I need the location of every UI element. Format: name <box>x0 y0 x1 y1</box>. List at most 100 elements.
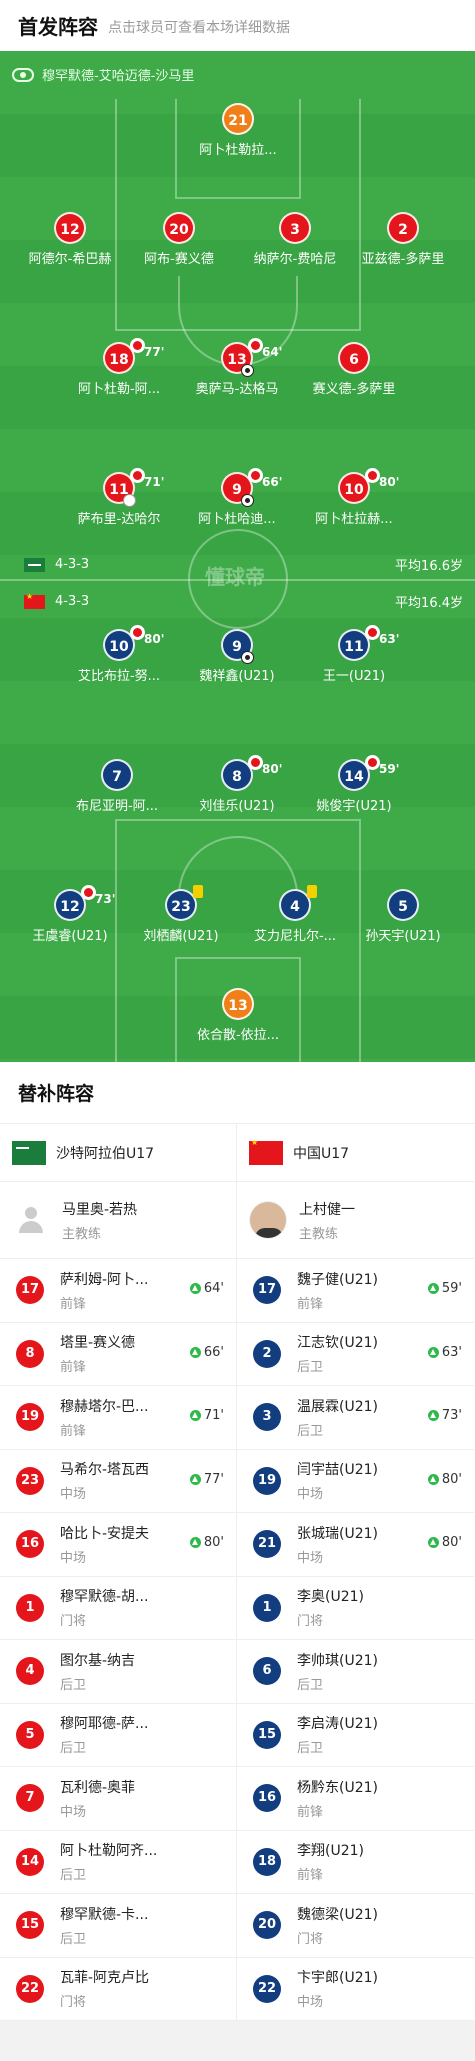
home-player[interactable]: 12 阿德尔-希巴赫 <box>10 212 130 267</box>
player-name: 杨黔东(U21) <box>297 1779 378 1796</box>
player-number: 7 <box>16 1784 44 1813</box>
sub-in-time: 71' <box>189 1408 224 1423</box>
player-number: 4 <box>279 885 317 921</box>
sub-in-minute: 80' <box>441 1535 462 1550</box>
home-player[interactable]: 2 亚兹德-多萨里 <box>343 212 463 267</box>
sub-player-row[interactable]: 7 瓦利德-奥菲 中场 <box>0 1767 236 1831</box>
player-position: 前锋 <box>297 1868 324 1884</box>
sub-player-row[interactable]: 18 李翔(U21) 前锋 <box>237 1831 474 1894</box>
player-name: 阿德尔-希巴赫 <box>28 252 112 267</box>
away-player[interactable]: 12 73' 王虞睿(U21) <box>10 885 130 944</box>
goal-ball-icon <box>241 364 254 377</box>
sub-player-row[interactable]: 22 瓦菲-阿克卢比 门将 <box>0 1958 236 2021</box>
player-number: 21 <box>253 1530 281 1559</box>
player-number: 15 <box>253 1720 281 1749</box>
sub-out-icon <box>130 468 145 483</box>
sub-in-time: 63' <box>427 1345 462 1360</box>
sub-player-row[interactable]: 15 李启涛(U21) 后卫 <box>237 1704 474 1767</box>
player-position: 后卫 <box>297 1741 324 1757</box>
home-team-row: 沙特阿拉伯U17 <box>0 1124 236 1182</box>
away-team-name: 中国U17 <box>293 1145 350 1162</box>
home-player[interactable]: 6 赛义德-多萨里 <box>294 342 414 397</box>
sub-player-row[interactable]: 1 穆罕默德-胡... 门将 <box>0 1577 236 1640</box>
player-position: 后卫 <box>297 1677 324 1693</box>
sub-in-arrow-icon <box>427 1410 439 1421</box>
sub-out-icon <box>81 885 96 900</box>
sub-player-row[interactable]: 16 杨黔东(U21) 前锋 <box>237 1767 474 1831</box>
sub-player-row[interactable]: 21 张城瑞(U21) 中场 80' <box>237 1513 474 1577</box>
sub-player-row[interactable]: 15 穆罕默德-卡... 后卫 <box>0 1894 236 1958</box>
player-position: 前锋 <box>297 1296 324 1312</box>
sub-player-row[interactable]: 1 李奥(U21) 门将 <box>237 1577 474 1640</box>
sub-player-row[interactable]: 8 塔里-赛义德 前锋 66' <box>0 1323 236 1386</box>
sub-player-row[interactable]: 17 魏子健(U21) 前锋 59' <box>237 1259 474 1323</box>
player-name: 刘佳乐(U21) <box>199 799 275 814</box>
sub-minute: 77' <box>144 345 165 359</box>
away-player[interactable]: 11 63' 王一(U21) <box>294 625 414 684</box>
player-number: 3 <box>253 1403 281 1432</box>
player-number: 20 <box>253 1911 281 1940</box>
referee-row: 穆罕默德-艾哈迈德-沙马里 <box>12 65 194 84</box>
player-name: 王虞睿(U21) <box>32 929 108 944</box>
player-position: 门将 <box>297 1931 324 1947</box>
home-player[interactable]: 13 64' 奥萨马-达格马 <box>177 338 297 397</box>
away-subs-column: 中国U17 上村健一 主教练 17 魏子健(U21) 前锋 59' 2 江志钦(U21) 后… <box>237 1124 474 2021</box>
away-player[interactable]: 4 艾力尼扎尔-... <box>235 885 355 944</box>
sub-in-minute: 73' <box>441 1408 462 1423</box>
lineup-header: 首发阵容 点击球员可查看本场详细数据 <box>0 0 475 51</box>
away-player[interactable]: 9 魏祥鑫(U21) <box>177 629 297 684</box>
home-coach-row[interactable]: 马里奥-若热 主教练 <box>0 1182 236 1259</box>
sub-minute: 66' <box>262 475 283 489</box>
home-player[interactable]: 21 阿卜杜勒拉... <box>178 103 298 158</box>
home-player[interactable]: 10 80' 阿卜杜拉赫... <box>294 468 414 527</box>
sub-player-row[interactable]: 20 魏德梁(U21) 门将 <box>237 1894 474 1958</box>
away-player[interactable]: 7 布尼亚明-阿... <box>57 759 177 814</box>
home-player[interactable]: 3 纳萨尔-费哈尼 <box>235 212 355 267</box>
away-player[interactable]: 14 59' 姚俊宇(U21) <box>294 755 414 814</box>
home-player[interactable]: 11 71' 萨布里-达哈尔 <box>59 468 179 527</box>
player-name: 布尼亚明-阿... <box>75 799 159 814</box>
sub-player-row[interactable]: 19 穆赫塔尔-巴... 前锋 71' <box>0 1386 236 1450</box>
player-number: 14 59' <box>338 755 399 791</box>
sub-player-row[interactable]: 17 萨利姆-阿卜... 前锋 64' <box>0 1259 236 1323</box>
away-player[interactable]: 13 依合散-依拉... <box>178 988 298 1043</box>
sub-player-row[interactable]: 16 哈比卜-安提夫 中场 80' <box>0 1513 236 1577</box>
sub-in-time: 80' <box>189 1535 224 1550</box>
sub-player-row[interactable]: 4 图尔基-纳吉 后卫 <box>0 1640 236 1704</box>
sub-player-row[interactable]: 23 马希尔-塔瓦西 中场 77' <box>0 1450 236 1513</box>
away-player[interactable]: 5 孙天宇(U21) <box>343 889 463 944</box>
sub-player-row[interactable]: 19 闫宇喆(U21) 中场 80' <box>237 1450 474 1513</box>
away-player[interactable]: 10 80' 艾比布拉-努... <box>59 625 179 684</box>
away-player[interactable]: 23 刘栖麟(U21) <box>121 885 241 944</box>
player-name: 温展霖(U21) <box>297 1398 378 1415</box>
sub-in-arrow-icon <box>189 1410 201 1421</box>
sub-player-row[interactable]: 22 卞宇郎(U21) 中场 <box>237 1958 474 2021</box>
player-name: 瓦利德-奥菲 <box>60 1779 136 1796</box>
home-player[interactable]: 18 77' 阿卜杜勒-阿... <box>59 338 179 397</box>
sub-player-row[interactable]: 5 穆阿耶德-萨... 后卫 <box>0 1704 236 1767</box>
home-avg-age: 平均16.6岁 <box>395 559 463 574</box>
subs-table: 沙特阿拉伯U17 马里奥-若热 主教练 17 萨利姆-阿卜... 前锋 64' 8 塔里-… <box>0 1124 475 2021</box>
player-name: 李帅琪(U21) <box>297 1652 378 1669</box>
sub-player-row[interactable]: 14 阿卜杜勒阿齐... 后卫 <box>0 1831 236 1894</box>
player-name: 穆罕默德-卡... <box>60 1906 149 1923</box>
sub-in-time: 73' <box>427 1408 462 1423</box>
player-number: 16 <box>16 1530 44 1559</box>
away-coach-row[interactable]: 上村健一 主教练 <box>237 1182 474 1259</box>
sub-in-minute: 66' <box>203 1344 224 1360</box>
player-name: 哈比卜-安提夫 <box>60 1525 150 1542</box>
home-team-bar: 4-3-3 平均16.6岁 <box>24 555 463 574</box>
home-player[interactable]: 20 阿布-赛义德 <box>119 212 239 267</box>
player-position: 后卫 <box>60 1931 87 1947</box>
yellow-card-icon <box>193 885 203 898</box>
player-name: 穆阿耶德-萨... <box>60 1716 149 1733</box>
player-position: 中场 <box>297 1995 324 2011</box>
own-goal-icon <box>123 494 136 507</box>
sub-player-row[interactable]: 2 江志钦(U21) 后卫 63' <box>237 1323 474 1386</box>
player-name: 王一(U21) <box>322 669 386 684</box>
sub-player-row[interactable]: 6 李帅琪(U21) 后卫 <box>237 1640 474 1704</box>
home-player[interactable]: 9 66' 阿卜杜哈迪... <box>177 468 297 527</box>
sub-minute: 80' <box>379 475 400 489</box>
away-player[interactable]: 8 80' 刘佳乐(U21) <box>177 755 297 814</box>
sub-player-row[interactable]: 3 温展霖(U21) 后卫 73' <box>237 1386 474 1450</box>
